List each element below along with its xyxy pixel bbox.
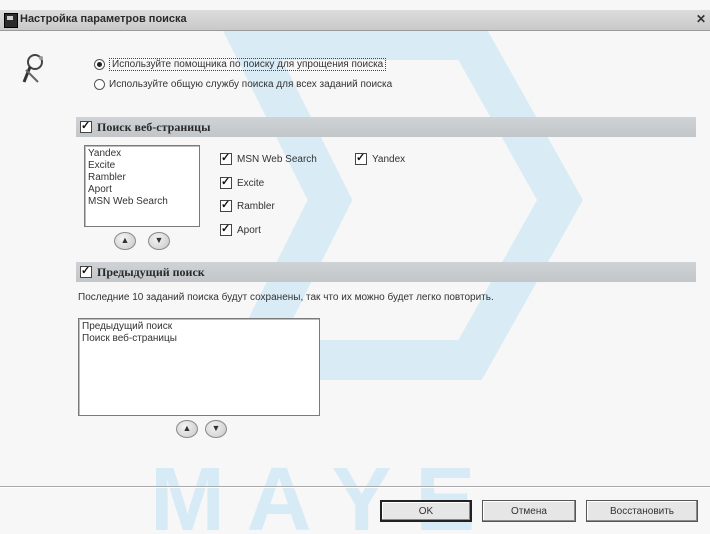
section-title: Предыдущий поиск <box>97 264 205 279</box>
web-search-checkbox[interactable] <box>80 119 92 133</box>
radio-use-common-service[interactable]: Используйте общую службу поиска для всех… <box>94 79 392 90</box>
radio-button[interactable] <box>94 79 105 90</box>
move-down-button[interactable]: ▼ <box>205 420 227 438</box>
list-item[interactable]: Excite <box>88 160 196 172</box>
app-icon <box>4 13 18 28</box>
previous-search-info: Последние 10 заданий поиска будут сохран… <box>78 292 494 303</box>
previous-search-checkbox[interactable] <box>80 264 92 278</box>
footer-separator <box>0 486 710 488</box>
list-item[interactable]: Aport <box>88 184 196 196</box>
search-assistant-icon <box>22 54 43 83</box>
cancel-button[interactable]: Отмена <box>482 500 576 522</box>
checkbox-label: Excite <box>237 177 265 189</box>
web-search-section-header: Поиск веб-страницы <box>76 117 696 137</box>
checkbox[interactable] <box>220 175 232 189</box>
list-item[interactable]: Предыдущий поиск <box>82 321 316 333</box>
previous-search-list[interactable]: Предыдущий поиск Поиск веб-страницы <box>78 318 320 416</box>
radio-use-assistant[interactable]: Используйте помощника по поиску для упро… <box>94 58 387 71</box>
list-item[interactable]: Rambler <box>88 172 196 184</box>
engine-msn-checkbox[interactable]: MSN Web Search <box>220 151 317 165</box>
checkbox[interactable] <box>220 198 232 212</box>
close-button[interactable]: ✕ <box>694 12 708 26</box>
checkbox-label: MSN Web Search <box>237 153 317 165</box>
move-up-button[interactable]: ▲ <box>114 232 136 250</box>
engine-aport-checkbox[interactable]: Aport <box>220 222 261 236</box>
radio-label: Используйте помощника по поиску для упро… <box>109 58 387 71</box>
engine-excite-checkbox[interactable]: Excite <box>220 175 265 189</box>
checkbox-label: Yandex <box>372 153 406 165</box>
window-title: Настройка параметров поиска <box>20 13 187 25</box>
move-up-button[interactable]: ▲ <box>176 420 198 438</box>
checkbox[interactable] <box>355 151 367 165</box>
checkbox-label: Aport <box>237 224 261 236</box>
radio-button[interactable] <box>94 59 105 70</box>
engine-order-list[interactable]: Yandex Excite Rambler Aport MSN Web Sear… <box>84 145 200 227</box>
section-title: Поиск веб-страницы <box>97 119 211 134</box>
restore-button[interactable]: Восстановить <box>586 500 698 522</box>
checkbox[interactable] <box>220 222 232 236</box>
list-item[interactable]: Yandex <box>88 148 196 160</box>
ok-button[interactable]: OK <box>380 500 472 522</box>
list-item[interactable]: Поиск веб-страницы <box>82 333 316 345</box>
list-item[interactable]: MSN Web Search <box>88 196 196 208</box>
settings-dialog: M A Y E Настройка параметров поиска ✕ Ис… <box>0 0 710 534</box>
previous-search-section-header: Предыдущий поиск <box>76 262 696 282</box>
checkbox-label: Rambler <box>237 200 275 212</box>
radio-label: Используйте общую службу поиска для всех… <box>109 79 393 90</box>
checkbox[interactable] <box>220 151 232 165</box>
title-bar: Настройка параметров поиска ✕ <box>0 10 710 31</box>
engine-rambler-checkbox[interactable]: Rambler <box>220 198 275 212</box>
engine-yandex-checkbox[interactable]: Yandex <box>355 151 406 165</box>
move-down-button[interactable]: ▼ <box>148 232 170 250</box>
